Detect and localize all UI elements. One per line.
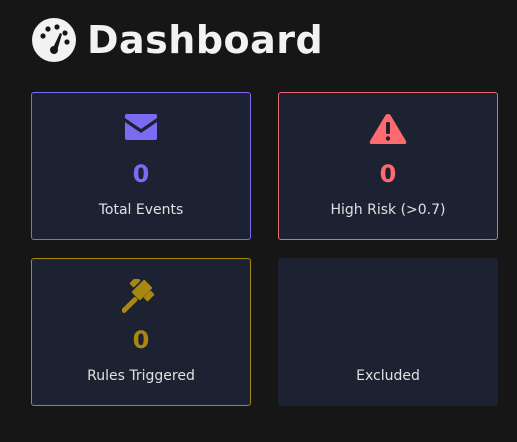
warning-triangle-icon <box>369 114 407 144</box>
rules-triggered-value: 0 <box>132 326 150 354</box>
total-events-label: Total Events <box>98 202 184 218</box>
high-risk-value: 0 <box>379 160 397 188</box>
page-title: Dashboard <box>87 18 324 62</box>
tachometer-icon <box>32 18 76 62</box>
total-events-value: 0 <box>132 160 150 188</box>
excluded-card[interactable]: Excluded <box>278 258 498 406</box>
high-risk-label: High Risk (>0.7) <box>330 202 446 218</box>
total-events-card[interactable]: 0 Total Events <box>31 92 251 240</box>
rules-triggered-card[interactable]: 0 Rules Triggered <box>31 258 251 406</box>
envelope-icon <box>125 114 157 140</box>
rules-triggered-label: Rules Triggered <box>87 368 195 384</box>
excluded-label: Excluded <box>356 368 420 384</box>
high-risk-card[interactable]: 0 High Risk (>0.7) <box>278 92 498 240</box>
page-header: Dashboard <box>31 17 323 63</box>
gavel-icon <box>122 279 155 314</box>
